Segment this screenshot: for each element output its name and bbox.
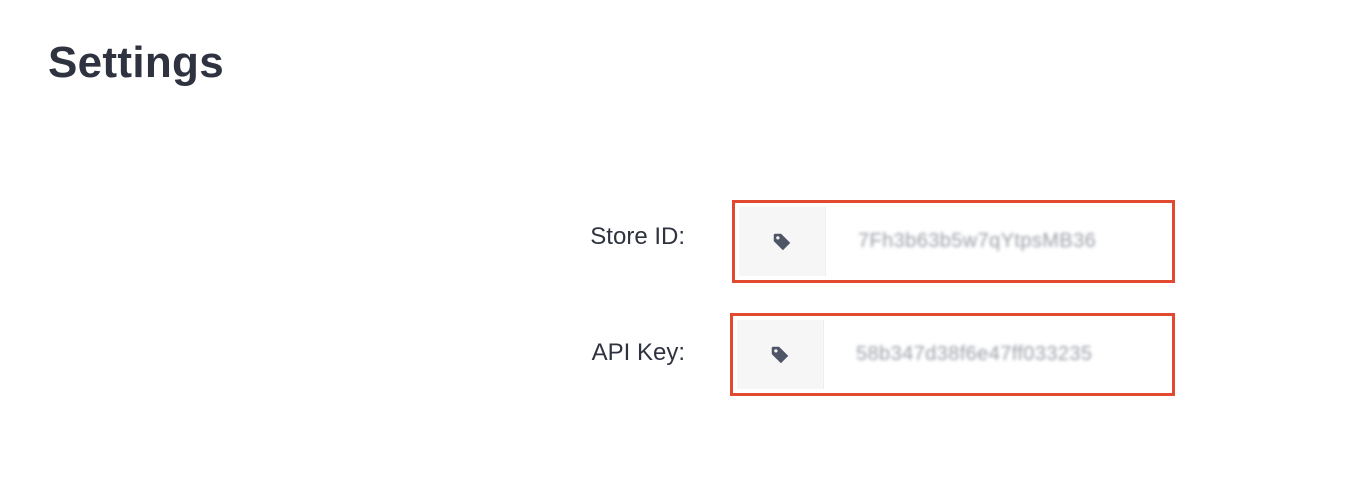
settings-page: Settings Store ID: API Key: [0,0,1357,490]
store-id-field-highlight [732,200,1175,283]
api-key-label: API Key: [591,339,685,366]
api-key-input[interactable] [824,320,1168,389]
api-key-addon [737,320,824,389]
tag-icon [773,233,791,250]
store-id-input[interactable] [826,207,1168,276]
page-title: Settings [48,38,224,87]
store-id-addon [739,207,826,276]
api-key-field-highlight [730,313,1175,396]
tag-icon [771,346,789,363]
store-id-label: Store ID: [590,223,685,250]
